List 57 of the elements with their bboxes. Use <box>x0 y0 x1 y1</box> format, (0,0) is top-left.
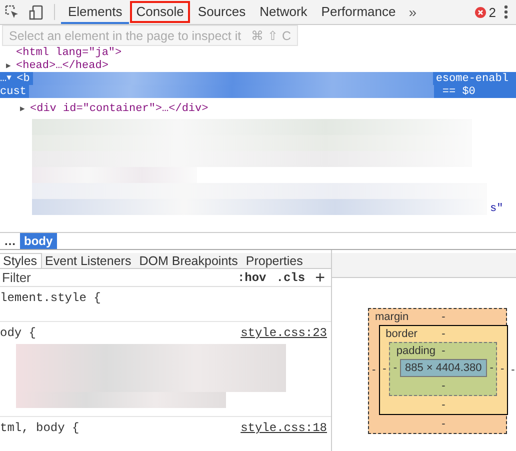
shortcut-text: ⌘ ⇧ C <box>251 28 292 43</box>
panel-tab[interactable]: Sources <box>190 0 253 24</box>
new-rule-button[interactable]: + <box>315 269 325 286</box>
html-code: cust <box>0 86 26 98</box>
expand-arrow[interactable]: ▼ <box>6 74 15 83</box>
box-value: - <box>440 311 446 323</box>
html-code: <b <box>16 72 30 84</box>
breadcrumb-item[interactable]: body <box>20 233 57 249</box>
sidebar-tab[interactable]: Event Listeners <box>40 253 136 268</box>
box-label: padding <box>396 345 436 357</box>
css-selector: tml, body { <box>0 421 80 435</box>
ellipsis-text: … <box>0 72 7 84</box>
box-label: border <box>386 328 418 340</box>
filter-field[interactable]: Filter <box>0 270 228 285</box>
error-icon <box>474 6 486 18</box>
sidebar-tab[interactable]: Properties <box>240 253 308 268</box>
box-value: - <box>440 328 446 340</box>
expand-arrow[interactable]: ▶ <box>6 60 14 70</box>
box-value: - <box>440 398 446 413</box>
class-button[interactable]: .cls <box>276 270 306 284</box>
css-selector: lement.style { <box>0 291 101 305</box>
panel-tab[interactable]: Performance <box>314 0 403 24</box>
box-label: margin <box>375 311 409 323</box>
box-value: - <box>371 364 377 376</box>
more-tabs-button[interactable]: » <box>402 0 423 24</box>
box-value: - <box>510 364 516 376</box>
tooltip-text: Select an element in the page to inspect it <box>9 28 242 42</box>
selected-node-row[interactable]: cust == $0 <box>0 85 516 98</box>
css-selector: ody { <box>0 326 36 340</box>
panel-tab[interactable]: Console <box>129 0 191 24</box>
box-value: - <box>382 363 388 375</box>
box-value: - <box>488 362 494 374</box>
content-size: 885 × 4404.380 <box>400 359 487 377</box>
html-code: <html lang="ja"> <box>16 46 122 58</box>
html-code: == $0 <box>442 86 476 98</box>
menu-icon[interactable] <box>504 5 508 19</box>
html-code: <head>…</head> <box>16 60 108 72</box>
html-code: <div id="container">…</div> <box>30 102 208 114</box>
breadcrumb-item[interactable]: … <box>0 233 20 249</box>
sidebar-tab[interactable]: Styles <box>0 253 42 268</box>
source-link[interactable]: style.css:18 <box>240 421 327 435</box>
panel-tab[interactable]: Network <box>252 0 314 24</box>
selected-node-row[interactable]: …▼ <b esome-enabl <box>0 72 516 85</box>
inspect-icon[interactable] <box>5 5 19 19</box>
source-link[interactable]: style.css:23 <box>240 326 327 340</box>
hover-state-button[interactable]: :hov <box>237 270 266 284</box>
error-count[interactable]: 2 <box>488 4 496 20</box>
box-value: - <box>392 362 398 374</box>
html-code: s" <box>490 203 504 215</box>
box-value: - <box>440 379 446 394</box>
box-value: - <box>440 345 446 357</box>
box-value: - <box>499 363 506 375</box>
html-code: esome-enabl <box>436 72 508 84</box>
sidebar-tab[interactable]: DOM Breakpoints <box>134 253 243 268</box>
device-icon[interactable] <box>29 4 43 20</box>
box-value: - <box>440 417 446 432</box>
expand-arrow[interactable]: ▶ <box>20 104 28 114</box>
